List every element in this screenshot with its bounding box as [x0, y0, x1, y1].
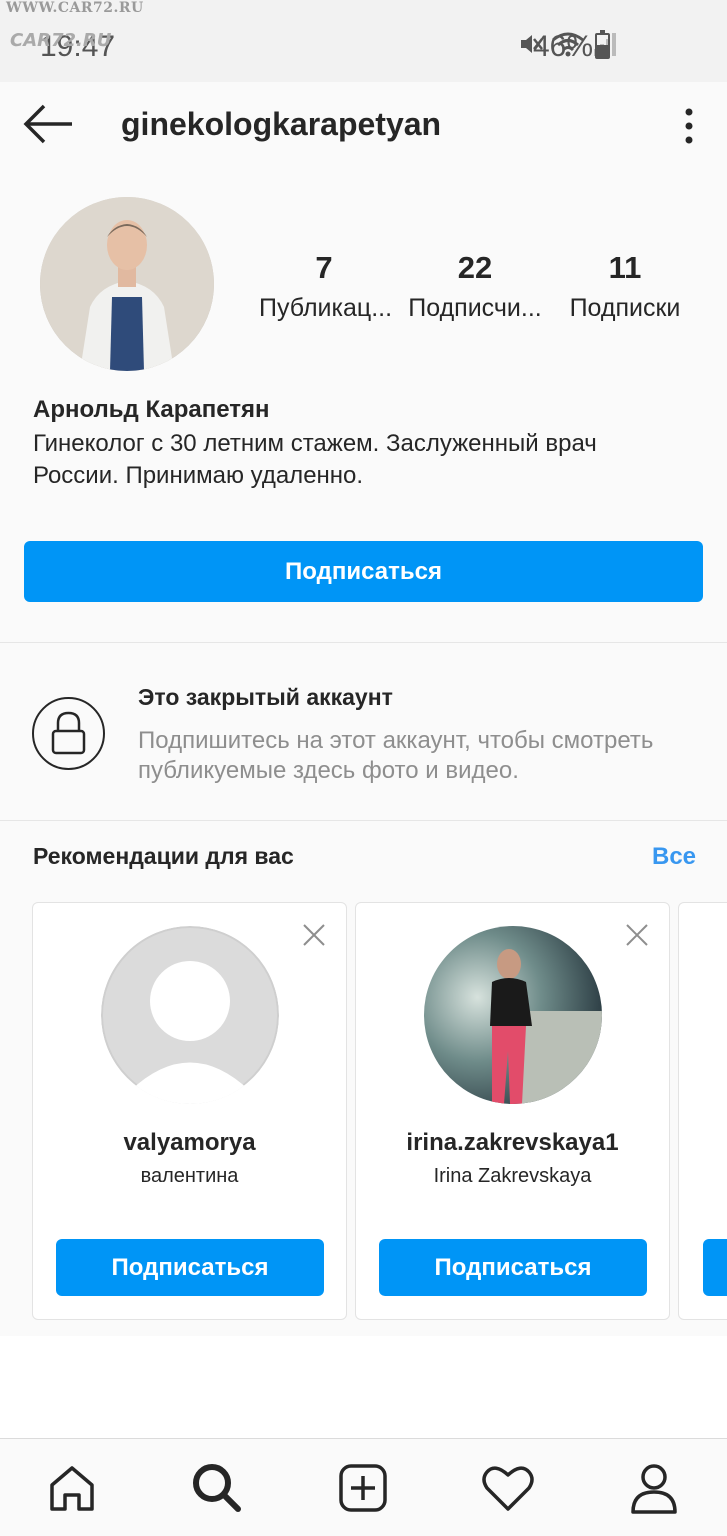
close-icon[interactable]	[302, 923, 326, 947]
home-icon[interactable]	[45, 1461, 99, 1515]
recommendations-section: Рекомендации для вас Все valyamorya вале…	[0, 821, 727, 1336]
more-vertical-icon[interactable]	[678, 104, 700, 148]
suggestion-username[interactable]: irina.zakrevskaya1	[356, 1129, 669, 1157]
status-bar: WWW.CAR72.RU 19:47 CAR72.RU 46%	[0, 0, 727, 82]
stat-followers[interactable]: 22 Подписчи...	[407, 250, 543, 323]
profile-icon[interactable]	[627, 1461, 681, 1515]
suggestion-card-partial	[678, 902, 727, 1320]
heart-icon[interactable]	[481, 1461, 535, 1515]
followers-count: 22	[457, 250, 493, 285]
watermark-logo: CAR72.RU	[10, 30, 112, 51]
bottom-navigation	[0, 1438, 727, 1536]
recommendations-title: Рекомендации для вас	[33, 843, 294, 869]
default-avatar[interactable]	[101, 926, 279, 1104]
following-count: 11	[608, 250, 642, 285]
divider	[0, 642, 727, 643]
stat-following[interactable]: 11 Подписки	[566, 250, 684, 323]
avatar-image	[40, 197, 214, 371]
suggestion-card: irina.zakrevskaya1 Irina Zakrevskaya Под…	[355, 902, 670, 1320]
suggestion-follow-button[interactable]: Подписаться	[56, 1239, 324, 1296]
empty-area	[0, 1336, 727, 1438]
private-account-text: Подпишитесь на этот аккаунт, чтобы смотр…	[138, 727, 654, 784]
following-label: Подписки	[569, 294, 681, 322]
see-all-link[interactable]: Все	[652, 843, 696, 871]
suggestion-follow-button[interactable]: Подписаться	[379, 1239, 647, 1296]
arrow-left-icon[interactable]	[22, 102, 74, 146]
follow-button[interactable]: Подписаться	[24, 541, 703, 602]
suggestion-name: Irina Zakrevskaya	[433, 1165, 592, 1187]
profile-full-name: Арнольд Карапетян	[33, 396, 270, 423]
private-account-title: Это закрытый аккаунт	[138, 684, 393, 710]
profile-bio: Гинеколог с 30 летним стажем. Заслуженны…	[33, 430, 597, 489]
followers-label: Подписчи...	[408, 294, 542, 322]
profile-avatar[interactable]	[40, 197, 214, 371]
close-icon[interactable]	[625, 923, 649, 947]
profile-header: ginekologkarapetyan	[0, 82, 727, 170]
suggestion-card: valyamorya валентина Подписаться	[32, 902, 347, 1320]
battery-percent: 46%	[533, 30, 594, 63]
search-icon[interactable]	[190, 1461, 244, 1515]
add-icon[interactable]	[336, 1461, 390, 1515]
stat-posts[interactable]: 7 Публикац...	[259, 250, 392, 323]
posts-count: 7	[315, 250, 333, 285]
watermark-url: WWW.CAR72.RU	[6, 0, 144, 16]
photo-avatar[interactable]	[424, 926, 602, 1104]
suggestion-name: валентина	[140, 1165, 239, 1187]
lock-icon	[32, 697, 105, 770]
battery-icon	[595, 30, 610, 59]
suggestion-username[interactable]: valyamorya	[33, 1129, 346, 1157]
suggestion-follow-button[interactable]	[703, 1239, 727, 1296]
posts-label: Публикац...	[259, 294, 393, 322]
page-title: ginekologkarapetyan	[121, 106, 442, 142]
